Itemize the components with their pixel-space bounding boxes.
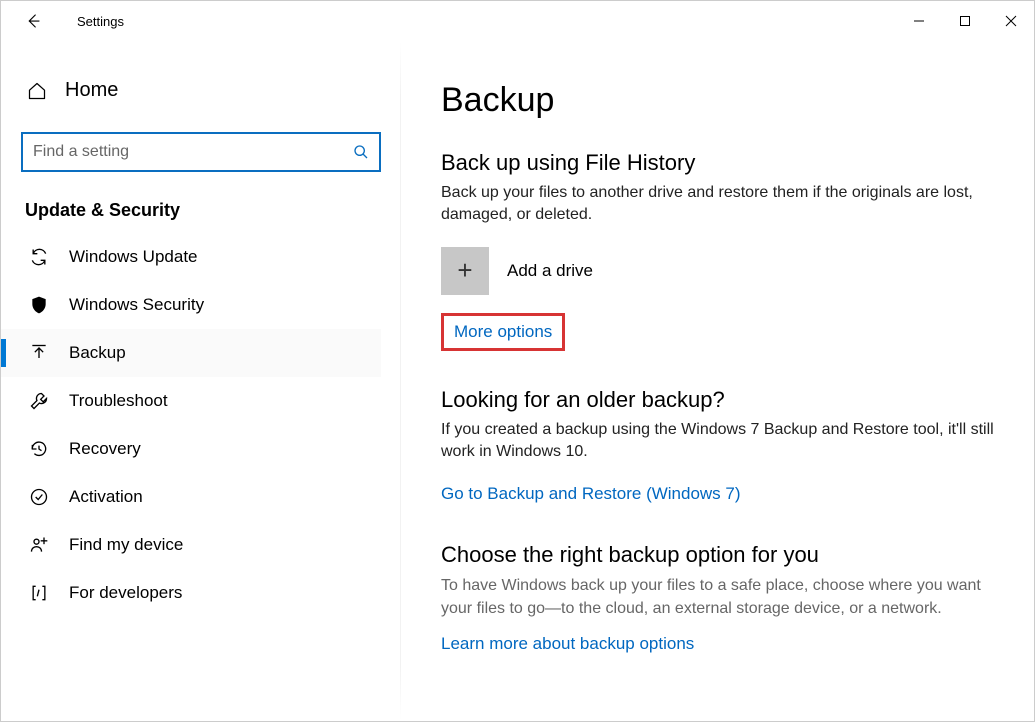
section-file-history: Back up using File History Back up your … [441, 150, 994, 377]
sidebar-item-recovery[interactable]: Recovery [1, 425, 381, 473]
section-desc: Back up your files to another drive and … [441, 182, 994, 227]
arrow-up-line-icon [29, 343, 49, 363]
sidebar-item-for-developers[interactable]: For developers [1, 569, 381, 617]
section-desc: To have Windows back up your files to a … [441, 574, 994, 620]
sidebar-item-label: For developers [69, 583, 182, 603]
sidebar-item-label: Recovery [69, 439, 141, 459]
section-title: Looking for an older backup? [441, 387, 994, 413]
plus-icon: + [441, 247, 489, 295]
sidebar-item-label: Find my device [69, 535, 183, 555]
minimize-button[interactable] [896, 1, 942, 41]
section-older-backup: Looking for an older backup? If you crea… [441, 387, 994, 532]
search-input[interactable] [33, 143, 353, 161]
maximize-button[interactable] [942, 1, 988, 41]
category-title: Update & Security [21, 200, 381, 221]
sidebar-item-windows-security[interactable]: Windows Security [1, 281, 381, 329]
add-drive-button[interactable]: + Add a drive [441, 247, 994, 295]
add-drive-label: Add a drive [507, 261, 593, 281]
section-desc: If you created a backup using the Window… [441, 419, 994, 464]
section-title: Back up using File History [441, 150, 994, 176]
page-title: Backup [441, 81, 994, 120]
content-pane: Backup Back up using File History Back u… [401, 41, 1034, 721]
location-person-icon [29, 535, 49, 555]
backup-restore-win7-link[interactable]: Go to Backup and Restore (Windows 7) [441, 484, 741, 504]
sidebar-item-label: Windows Security [69, 295, 204, 315]
home-label: Home [65, 79, 118, 102]
window-title: Settings [77, 14, 124, 29]
sidebar-item-find-my-device[interactable]: Find my device [1, 521, 381, 569]
titlebar: Settings [1, 1, 1034, 41]
section-title: Choose the right backup option for you [441, 542, 994, 568]
home-icon [27, 81, 47, 101]
sidebar-item-label: Activation [69, 487, 143, 507]
wrench-icon [29, 391, 49, 411]
sidebar-item-label: Windows Update [69, 247, 198, 267]
shield-icon [29, 295, 49, 315]
sidebar-item-activation[interactable]: Activation [1, 473, 381, 521]
search-box[interactable] [21, 132, 381, 172]
sidebar-item-troubleshoot[interactable]: Troubleshoot [1, 377, 381, 425]
sidebar-item-label: Backup [69, 343, 126, 363]
sync-icon [29, 247, 49, 267]
sidebar: Home Update & Security Windows Update Win… [1, 41, 401, 721]
section-choose-option: Choose the right backup option for you T… [441, 542, 994, 682]
sidebar-item-backup[interactable]: Backup [1, 329, 381, 377]
highlight-more-options: More options [441, 313, 565, 351]
home-nav[interactable]: Home [21, 71, 381, 110]
sidebar-item-windows-update[interactable]: Windows Update [1, 233, 381, 281]
check-circle-icon [29, 487, 49, 507]
more-options-link[interactable]: More options [454, 322, 552, 342]
back-button[interactable] [13, 1, 53, 41]
sidebar-item-label: Troubleshoot [69, 391, 168, 411]
close-button[interactable] [988, 1, 1034, 41]
learn-more-backup-link[interactable]: Learn more about backup options [441, 634, 694, 654]
brackets-icon [29, 583, 49, 603]
search-icon [353, 144, 369, 160]
history-icon [29, 439, 49, 459]
